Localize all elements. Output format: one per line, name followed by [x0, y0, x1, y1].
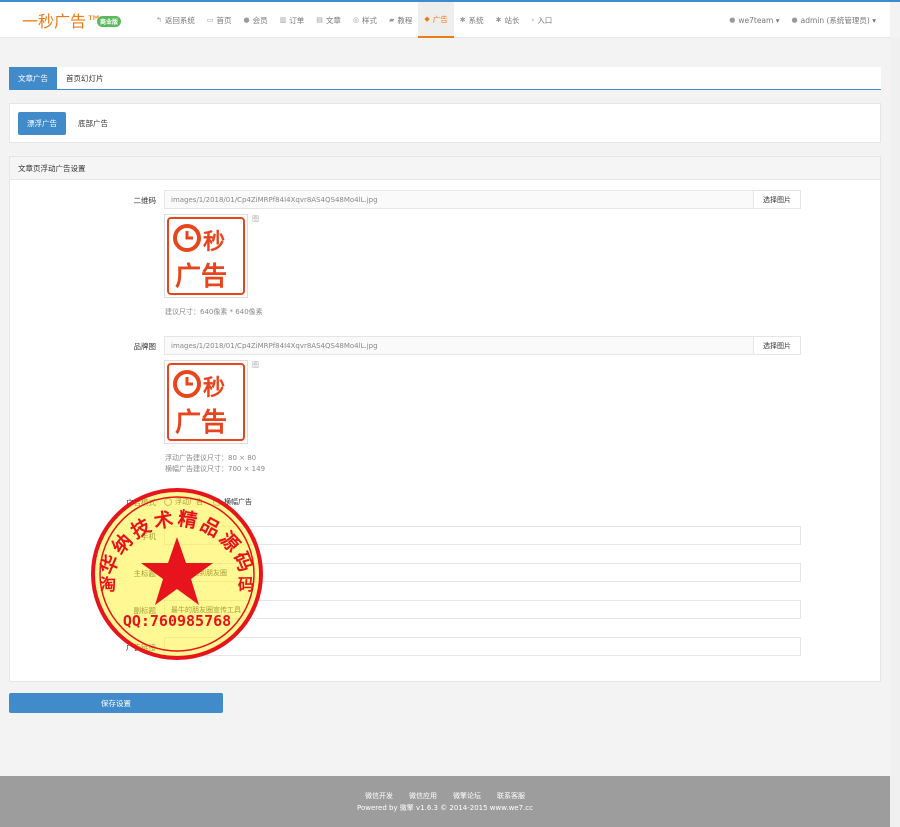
nav-item-label: 会员 — [252, 15, 268, 25]
nav-item-label: we7team ▾ — [738, 15, 780, 25]
radio-banner[interactable] — [213, 498, 221, 506]
brand-image-label: 品牌图 — [133, 342, 157, 351]
brand-image-thumbnail: 秒 广告 — [164, 360, 248, 444]
chevron-right-icon: › — [531, 16, 535, 24]
qrcode-label: 二维码 — [133, 196, 157, 205]
reply-icon: ↰ — [156, 16, 162, 24]
brand-select-image-button[interactable]: 选择图片 — [753, 336, 801, 355]
main-title-input[interactable]: 把广告贴到朋友圈 — [164, 563, 801, 582]
ad-tabs: 文章广告 首页幻灯片 — [9, 67, 881, 90]
nav-item-7[interactable]: ◆ 广告 — [418, 2, 454, 38]
nav-item-2[interactable]: ● 会员 — [238, 2, 274, 38]
brand-help-banner: 横幅广告建议尺寸：700 × 149 — [165, 465, 266, 473]
nav-item-label: 系统 — [468, 15, 484, 25]
logo-text-1: 秒 — [203, 376, 225, 401]
tab-article-ads[interactable]: 文章广告 — [9, 67, 57, 89]
desktop-icon: ▭ — [206, 16, 214, 24]
sub-title-label: 副标题 — [133, 606, 157, 615]
nav-item-0[interactable]: ● we7team ▾ — [723, 2, 785, 38]
qrcode-select-image-button[interactable]: 选择图片 — [753, 190, 801, 209]
brand-image-path-input[interactable]: images/1/2018/01/Cp4ZiMRPf84I4Xqvr8AS4QS… — [164, 336, 754, 355]
cog-icon: ✱ — [459, 16, 466, 24]
remove-brand-image-icon[interactable]: 图 — [252, 360, 259, 370]
ad-link-label: 广告链接 — [126, 643, 156, 652]
tab-home-slides[interactable]: 首页幻灯片 — [57, 67, 113, 89]
ad-type-pills: 漂浮广告 底部广告 — [9, 103, 881, 143]
phone-input[interactable] — [164, 526, 801, 545]
ad-link-input[interactable] — [164, 637, 801, 656]
nav-item-0[interactable]: ↰ 返回系统 — [150, 2, 201, 38]
nav-item-label: 样式 — [361, 15, 377, 25]
nav-item-label: 入口 — [537, 15, 553, 25]
user-icon: ● — [243, 16, 250, 24]
nav-item-label: 文章 — [325, 15, 341, 25]
nav-item-label: 教程 — [397, 15, 413, 25]
nav-item-label: 首页 — [216, 15, 232, 25]
radio-floating-label: 浮动广告 — [175, 498, 203, 506]
nav-item-10[interactable]: › 入口 — [526, 2, 559, 38]
brand-logo-image: 秒 广告 — [167, 363, 245, 441]
book-icon: ▰ — [388, 16, 395, 24]
footer-link[interactable]: 联系客服 — [497, 792, 525, 800]
footer-copyright: Powered by 微擎 v1.6.3 © 2014-2015 www.we7… — [357, 804, 533, 812]
user-nav: ● we7team ▾ ● admin (系统管理员) ▾ — [723, 2, 882, 38]
main-nav: ↰ 返回系统 ▭ 首页 ● 会员 ▥ 订单 ▤ 文章 ◎ 样式 ▰ 教程 ◆ 广告 ✱ 系统 ✱ 站长 › 入口 — [150, 2, 558, 38]
pill-bottom-ad[interactable]: 底部广告 — [69, 112, 117, 135]
settings-panel: 文章页浮动广告设置 二维码 images/1/2018/01/Cp4ZiMRPf… — [9, 156, 881, 682]
nav-item-8[interactable]: ✱ 系统 — [454, 2, 490, 38]
nav-item-label: admin (系统管理员) ▾ — [800, 15, 876, 25]
panel-title: 文章页浮动广告设置 — [10, 157, 880, 180]
remove-qrcode-icon[interactable]: 图 — [252, 214, 259, 224]
footer-links: 微信开发 微信应用 微擎论坛 联系客服 — [0, 791, 890, 801]
logo-text-2: 广告 — [175, 262, 227, 292]
qrcode-thumbnail: 秒 广告 — [164, 214, 248, 298]
nav-item-5[interactable]: ◎ 样式 — [347, 2, 383, 38]
nav-item-label: 返回系统 — [164, 15, 195, 25]
users-icon: ● — [729, 16, 736, 24]
brand-logo[interactable]: 一秒广告™ — [22, 8, 102, 32]
ad-type-label: 广告模式 — [126, 498, 156, 507]
qrcode-path-input[interactable]: images/1/2018/01/Cp4ZiMRPf84I4Xqvr8AS4QS… — [164, 190, 754, 209]
file-icon: ▤ — [316, 16, 323, 24]
nav-item-1[interactable]: ▭ 首页 — [201, 2, 238, 38]
radio-banner-label: 横幅广告 — [224, 498, 252, 506]
comments-icon: ◆ — [424, 15, 430, 23]
edition-badge: 商业版 — [97, 16, 122, 27]
chart-icon: ▥ — [279, 16, 287, 24]
main-title-label: 主标题 — [133, 569, 157, 578]
top-navbar: 一秒广告™ 商业版 ↰ 返回系统 ▭ 首页 ● 会员 ▥ 订单 ▤ 文章 ◎ 样式 ▰ 教程 ◆ 广告 ✱ 系统 ✱… — [0, 2, 890, 38]
lifebuoy-icon: ◎ — [352, 16, 359, 24]
footer-link[interactable]: 微擎论坛 — [453, 792, 481, 800]
footer-link[interactable]: 微信开发 — [365, 792, 393, 800]
sub-title-input[interactable]: 最牛的朋友圈宣传工具 — [164, 600, 801, 619]
footer-link[interactable]: 微信应用 — [409, 792, 437, 800]
radio-floating[interactable] — [164, 498, 172, 506]
nav-item-label: 订单 — [289, 15, 305, 25]
nav-item-3[interactable]: ▥ 订单 — [274, 2, 311, 38]
phone-label: 手机 — [141, 532, 156, 541]
user-icon: ● — [791, 16, 798, 24]
cog-icon: ✱ — [495, 16, 502, 24]
nav-item-4[interactable]: ▤ 文章 — [310, 2, 347, 38]
save-settings-button[interactable]: 保存设置 — [9, 693, 223, 713]
logo-text-2: 广告 — [175, 408, 227, 438]
scrollbar[interactable] — [890, 38, 900, 827]
nav-item-6[interactable]: ▰ 教程 — [383, 2, 418, 38]
nav-item-1[interactable]: ● admin (系统管理员) ▾ — [786, 2, 883, 38]
qrcode-help: 建议尺寸：640像素 * 640像素 — [165, 308, 263, 316]
ad-type-radios: 浮动广告 横幅广告 — [164, 497, 252, 507]
logo-text-1: 秒 — [203, 230, 225, 255]
pill-floating-ad[interactable]: 漂浮广告 — [18, 112, 66, 135]
footer: 微信开发 微信应用 微擎论坛 联系客服 Powered by 微擎 v1.6.3 © … — [0, 776, 890, 827]
brand-help-float: 浮动广告建议尺寸：80 × 80 — [165, 454, 257, 462]
nav-item-label: 广告 — [432, 14, 448, 24]
nav-item-9[interactable]: ✱ 站长 — [490, 2, 526, 38]
nav-item-label: 站长 — [504, 15, 520, 25]
brand-logo-image: 秒 广告 — [167, 217, 245, 295]
